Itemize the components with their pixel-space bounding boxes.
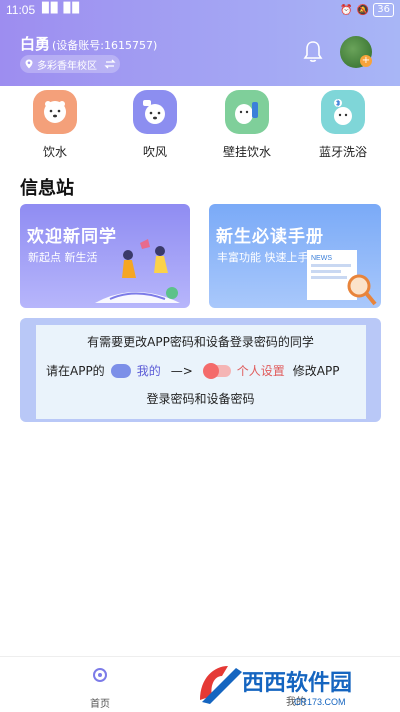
feature-drinking-water[interactable]: 饮水 — [20, 90, 90, 160]
polar-bear-hairdryer-icon — [133, 90, 177, 134]
home-icon — [93, 668, 107, 682]
bluetooth-bath-icon — [321, 90, 365, 134]
status-time: 11:05 — [6, 3, 36, 17]
feature-grid: 饮水 吹风 壁挂饮水 蓝牙洗浴 — [0, 90, 400, 162]
campus-name: 多彩香年校区 — [37, 60, 97, 72]
feature-hair-dryer[interactable]: 吹风 — [120, 90, 190, 160]
silent-icon: 🔕 — [356, 4, 370, 16]
notice-line-1: 有需要更改APP密码和设备登录密码的同学 — [87, 335, 314, 349]
welcome-card[interactable]: 欢迎新同学 新起点 新生活 — [20, 204, 190, 308]
notice-line-3: 登录密码和设备密码 — [146, 392, 255, 406]
user-name: 白勇 — [20, 35, 51, 53]
nav-home[interactable]: 首页 — [85, 667, 115, 710]
location-pin-icon — [25, 59, 33, 69]
notice-line-2: 请在APP的 我的 —> 个人设置 修改APP — [46, 362, 339, 379]
nav-home-label: 首页 — [90, 699, 110, 710]
card-title: 新生必读手册 — [216, 227, 324, 247]
feature-label: 饮水 — [42, 145, 67, 159]
polar-bear-water-icon — [33, 90, 77, 134]
battery-indicator: 36 — [373, 3, 394, 17]
feature-label: 壁挂饮水 — [222, 145, 271, 159]
card-subtitle: 丰富功能 快速上手 — [217, 251, 309, 264]
svg-text:CR173.COM: CR173.COM — [294, 697, 346, 707]
feature-bluetooth-bath[interactable]: 蓝牙洗浴 — [308, 90, 378, 160]
arrow-right-icon: —> — [170, 363, 193, 378]
mine-tab-icon — [110, 363, 131, 378]
wall-dispenser-icon — [225, 90, 269, 134]
campus-switcher[interactable]: 多彩香年校区 — [20, 55, 120, 73]
header-bar: 11:05 ▉▉ ▉▉ ⏰ 🔕 36 白勇 (设备账号:1615757) 多彩香… — [0, 0, 400, 86]
feature-wall-dispenser[interactable]: 壁挂饮水 — [212, 90, 282, 160]
toggle-icon — [202, 362, 231, 379]
notice-personal-settings: 个人设置 — [236, 364, 285, 378]
notice-suffix: 修改APP — [292, 364, 340, 378]
watermark-logo: 西西软件园 CR173.COM — [200, 666, 352, 707]
newspaper-magnifier-icon: NEWS — [307, 250, 377, 306]
guide-card[interactable]: 新生必读手册 丰富功能 快速上手 NEWS — [209, 204, 381, 308]
signal-icon: ▉▉ ▉▉ — [42, 3, 81, 14]
section-title: 信息站 — [20, 178, 74, 199]
notice-mine-label: 我的 — [136, 364, 161, 378]
feature-label: 吹风 — [142, 145, 167, 159]
notice-prefix: 请在APP的 — [46, 364, 105, 378]
students-reading-illustration — [95, 239, 180, 303]
svg-text:西西软件园: 西西软件园 — [242, 670, 352, 696]
add-icon[interactable]: + — [360, 55, 372, 67]
account-label: (设备账号:1615757) — [52, 39, 158, 52]
alarm-icon: ⏰ — [340, 4, 353, 16]
status-bar: 11:05 ▉▉ ▉▉ ⏰ 🔕 36 — [0, 0, 400, 22]
svg-text:NEWS: NEWS — [311, 255, 332, 262]
bell-icon[interactable] — [302, 40, 324, 64]
swap-icon — [104, 59, 116, 69]
password-notice-banner[interactable]: 有需要更改APP密码和设备登录密码的同学 请在APP的 我的 —> 个人设置 修… — [20, 318, 381, 422]
feature-label: 蓝牙洗浴 — [318, 145, 367, 159]
